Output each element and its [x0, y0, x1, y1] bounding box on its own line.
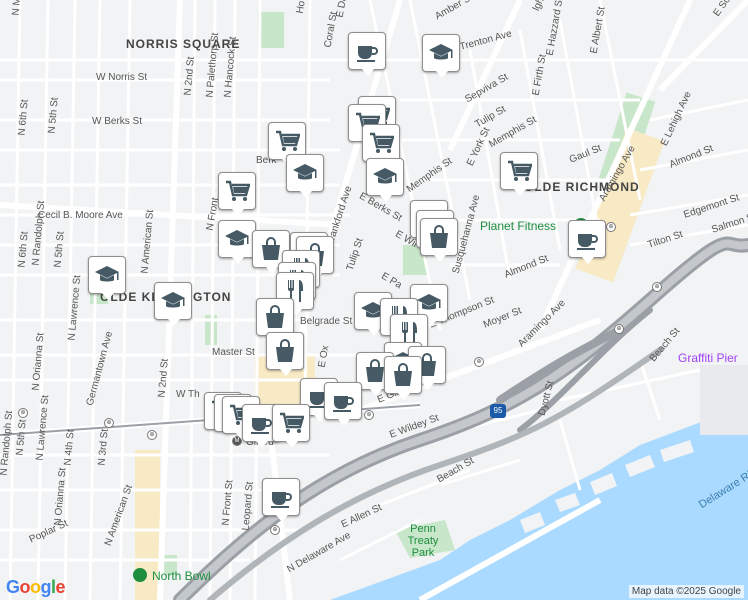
- map-canvas[interactable]: NORRIS SQUARE OLDE RICHMOND OLDE KENSING…: [0, 0, 748, 600]
- poi-label[interactable]: Graffiti Pier: [678, 351, 738, 365]
- coffee-pin-icon[interactable]: [348, 32, 386, 76]
- coffee-pin-icon[interactable]: [324, 382, 362, 426]
- street-label: Master St: [212, 347, 255, 358]
- shopping-bag-pin-icon[interactable]: [384, 356, 422, 400]
- street-label: W Th: [176, 389, 200, 400]
- bus-stop-icon[interactable]: ⊕: [104, 418, 114, 428]
- shopping-cart-pin-icon[interactable]: [362, 124, 400, 168]
- map-attribution[interactable]: Map data ©2025 Google: [628, 585, 744, 598]
- poi-label[interactable]: North Bowl: [152, 569, 211, 583]
- school-pin-icon[interactable]: [286, 154, 324, 198]
- street-label: W Norris St: [96, 72, 148, 83]
- street-label: Belgrade St: [300, 316, 353, 327]
- bus-stop-icon[interactable]: ⊕: [614, 324, 624, 334]
- shopping-bag-pin-icon[interactable]: [266, 332, 304, 376]
- shopping-cart-pin-icon[interactable]: [218, 172, 256, 216]
- bus-stop-icon[interactable]: ⊕: [270, 525, 280, 535]
- interstate-95-shield: 95: [490, 404, 506, 418]
- shopping-cart-pin-icon[interactable]: [500, 152, 538, 196]
- coffee-pin-icon[interactable]: [262, 478, 300, 522]
- shopping-bag-pin-icon[interactable]: [256, 298, 294, 342]
- neighborhood-label: OLDE RICHMOND: [524, 180, 640, 194]
- poi-label[interactable]: Planet Fitness: [480, 219, 556, 233]
- school-pin-icon[interactable]: [218, 220, 256, 264]
- shopping-bag-pin-icon[interactable]: [420, 218, 458, 262]
- bus-stop-icon[interactable]: ⊕: [652, 282, 662, 292]
- poi-label[interactable]: Penn Treaty Park: [398, 523, 448, 559]
- shopping-cart-pin-icon[interactable]: [272, 404, 310, 448]
- school-pin-icon[interactable]: [366, 158, 404, 202]
- street-label: W Berks St: [92, 116, 143, 127]
- bus-stop-icon[interactable]: ⊕: [364, 410, 374, 420]
- bus-stop-icon[interactable]: ⊕: [606, 222, 616, 232]
- neighborhood-label: NORRIS SQUARE: [126, 37, 241, 51]
- bowling-poi-icon[interactable]: [133, 568, 147, 582]
- google-logo: Google: [6, 577, 66, 597]
- school-pin-icon[interactable]: [154, 282, 192, 326]
- street-label: Ho: [294, 0, 308, 15]
- bus-stop-icon[interactable]: ⊕: [18, 408, 28, 418]
- coffee-pin-icon[interactable]: [568, 220, 606, 264]
- street-label: Cecil B. Moore Ave: [38, 210, 123, 221]
- bus-stop-icon[interactable]: ⊕: [147, 430, 157, 440]
- bus-stop-icon[interactable]: ⊕: [474, 357, 484, 367]
- school-pin-icon[interactable]: [422, 34, 460, 78]
- school-pin-icon[interactable]: [88, 256, 126, 300]
